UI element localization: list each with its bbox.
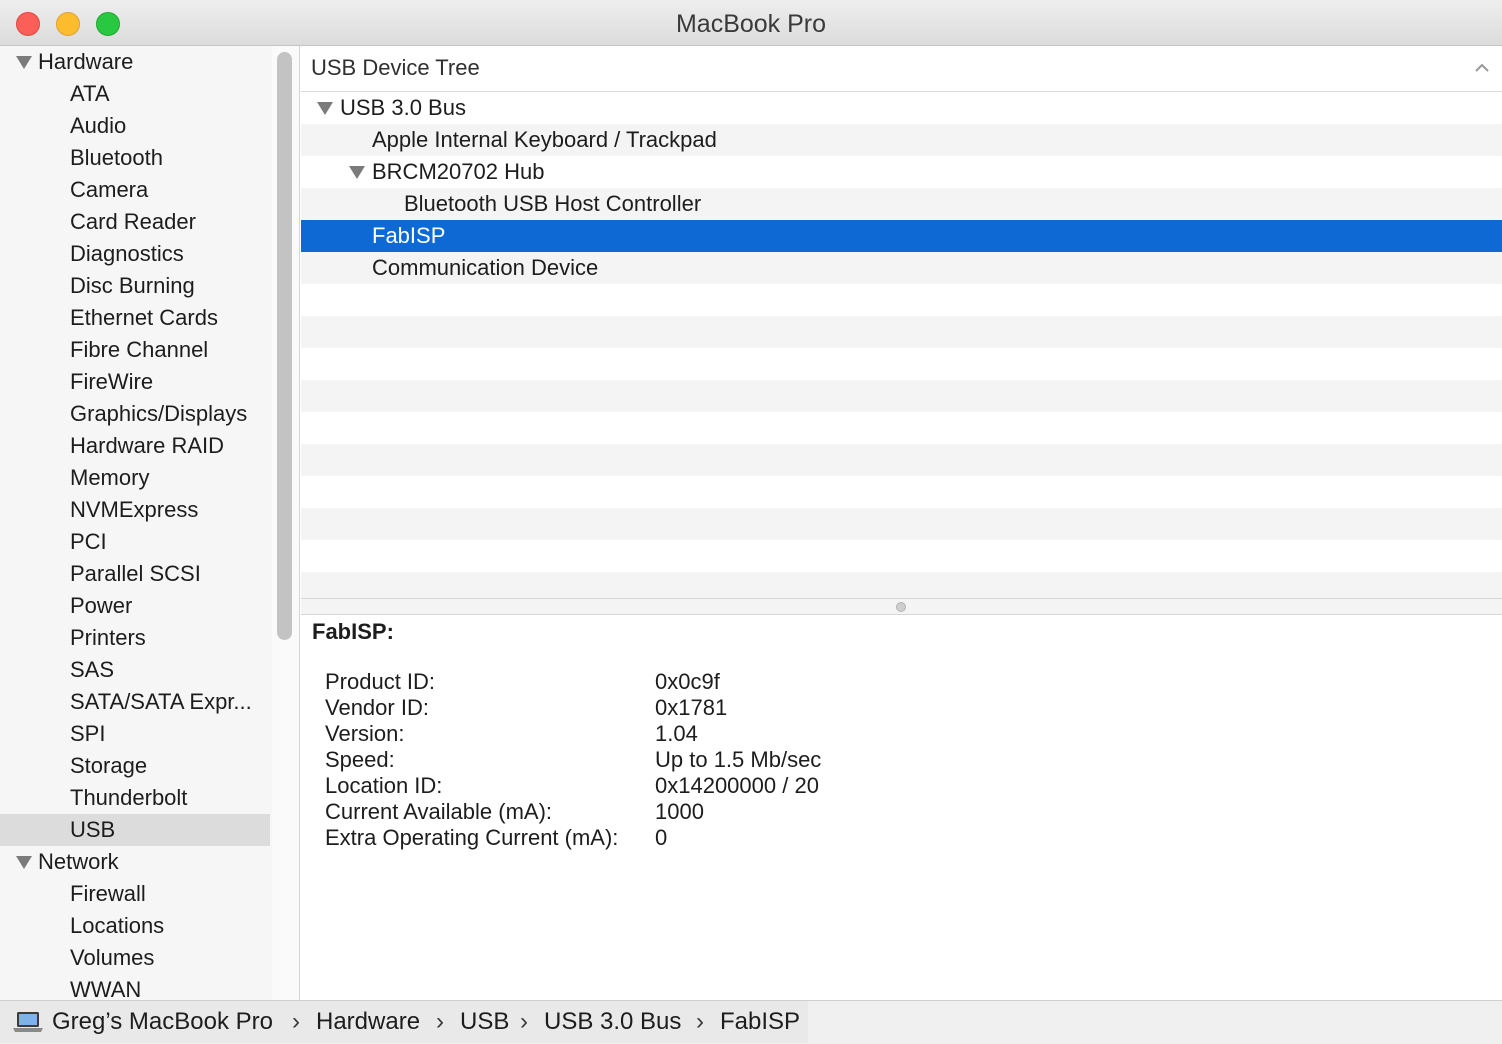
detail-key: Product ID: [325,669,436,694]
sidebar-item-graphics-displays[interactable]: Graphics/Displays [0,398,270,430]
sidebar-item-storage[interactable]: Storage [0,750,270,782]
tree-empty-row [301,508,1502,540]
sidebar-item-power[interactable]: Power [0,590,270,622]
detail-key: Extra Operating Current (mA): [325,825,619,850]
detail-value: 1000 [655,799,704,824]
sidebar-item-card-reader[interactable]: Card Reader [0,206,270,238]
sidebar-group-label: Network [38,849,119,874]
window-title: MacBook Pro [675,10,827,38]
path-separator-icon: › [520,1008,528,1035]
sidebar-item-ethernet-cards[interactable]: Ethernet Cards [0,302,270,334]
tree-row-label: USB 3.0 Bus [340,95,466,120]
sidebar-item-memory[interactable]: Memory [0,462,270,494]
disclosure-triangle-icon[interactable] [16,856,32,869]
tree-row-fabisp[interactable]: FabISP [301,220,1502,252]
tree-empty-row [301,540,1502,572]
sidebar-item-firewall[interactable]: Firewall [0,878,270,910]
tree-empty-row [301,412,1502,444]
sidebar-item-nvmexpress[interactable]: NVMExpress [0,494,270,526]
sidebar-item-wwan[interactable]: WWAN [0,974,270,1000]
sidebar-item-firewire[interactable]: FireWire [0,366,270,398]
split-view-divider[interactable] [301,598,1502,615]
tree-empty-row [301,380,1502,412]
path-crumb-hardware[interactable]: Hardware [316,1001,420,1043]
detail-key: Speed: [325,747,395,772]
sidebar-group-hardware[interactable]: Hardware [0,46,270,78]
tree-header-title: USB Device Tree [311,55,480,80]
sidebar-item-diagnostics[interactable]: Diagnostics [0,238,270,270]
disclosure-triangle-icon[interactable] [317,102,333,115]
path-crumb-usb[interactable]: USB [460,1001,509,1043]
tree-row-communication-device[interactable]: Communication Device [301,252,1502,284]
disclosure-triangle-icon[interactable] [349,166,365,179]
tree-empty-row [301,348,1502,380]
tree-row-label: Apple Internal Keyboard / Trackpad [372,127,717,152]
path-crumb-greg-s-macbook-pro[interactable]: Greg’s MacBook Pro [52,1001,273,1043]
detail-value: 0x0c9f [655,669,720,694]
tree-empty-row [301,444,1502,476]
chevron-up-icon[interactable] [1474,60,1490,76]
main-content: USB Device Tree USB 3.0 Bus Apple Interna… [301,46,1502,1000]
tree-row-usb-3-0-bus[interactable]: USB 3.0 Bus [301,92,1502,124]
sidebar-item-camera[interactable]: Camera [0,174,270,206]
path-bar: Greg’s MacBook Pro › Hardware › USB › USB 3.0 … [0,1000,1502,1044]
sidebar-group-label: Hardware [38,49,134,74]
tree-empty-row [301,284,1502,316]
system-information-window: MacBook Pro Hardware ATA Audio Bluetooth Cam… [0,0,1502,1044]
detail-value: 1.04 [655,721,698,746]
details-title: FabISP: [312,619,394,644]
sidebar-item-volumes[interactable]: Volumes [0,942,270,974]
sidebar: Hardware ATA Audio Bluetooth Camera Card Read… [0,46,300,1000]
tree-row-apple-internal-keyboard-trackpad[interactable]: Apple Internal Keyboard / Trackpad [301,124,1502,156]
detail-key: Location ID: [325,773,443,798]
sidebar-item-locations[interactable]: Locations [0,910,270,942]
detail-key: Version: [325,721,405,746]
detail-key: Vendor ID: [325,695,429,720]
detail-key: Current Available (mA): [325,799,553,824]
tree-row-label: BRCM20702 Hub [372,159,545,184]
sidebar-item-disc-burning[interactable]: Disc Burning [0,270,270,302]
tree-empty-row [301,476,1502,508]
path-crumb-fabisp[interactable]: FabISP [720,1001,800,1043]
detail-value: 0x14200000 / 20 [655,773,819,798]
tree-empty-row [301,316,1502,348]
tree-column-header[interactable]: USB Device Tree [301,46,1502,92]
path-crumb-usb-3-0-bus[interactable]: USB 3.0 Bus [544,1001,681,1043]
laptop-icon [13,1012,43,1032]
tree-row-label: FabISP [372,223,446,248]
sidebar-item-bluetooth[interactable]: Bluetooth [0,142,270,174]
sidebar-item-ata[interactable]: ATA [0,78,270,110]
sidebar-item-parallel-scsi[interactable]: Parallel SCSI [0,558,270,590]
disclosure-triangle-icon[interactable] [16,56,32,69]
sidebar-item-usb[interactable]: USB [0,814,270,846]
sidebar-scrollbar-thumb[interactable] [277,52,292,640]
sidebar-item-sata-sata-expr[interactable]: SATA/SATA Expr... [0,686,270,718]
usb-device-tree: USB 3.0 Bus Apple Internal Keyboard / Tra… [301,92,1502,598]
sidebar-item-hardware-raid[interactable]: Hardware RAID [0,430,270,462]
sidebar-item-pci[interactable]: PCI [0,526,270,558]
divider-handle-icon[interactable] [896,602,906,612]
title-bar[interactable]: MacBook Pro [0,0,1502,46]
sidebar-item-printers[interactable]: Printers [0,622,270,654]
sidebar-item-audio[interactable]: Audio [0,110,270,142]
tree-empty-row [301,572,1502,598]
path-separator-icon: › [696,1008,704,1035]
detail-value: 0x1781 [655,695,728,720]
sidebar-item-fibre-channel[interactable]: Fibre Channel [0,334,270,366]
sidebar-group-network[interactable]: Network [0,846,270,878]
details-pane: FabISP: Product ID: 0x0c9f Vendor ID: 0x178… [301,615,1502,1000]
sidebar-item-thunderbolt[interactable]: Thunderbolt [0,782,270,814]
path-bar-content: Greg’s MacBook Pro › Hardware › USB › USB 3.0 … [0,1001,808,1043]
tree-row-brcm20702-hub[interactable]: BRCM20702 Hub [301,156,1502,188]
path-separator-icon: › [292,1008,300,1035]
detail-value: Up to 1.5 Mb/sec [655,747,822,772]
sidebar-item-sas[interactable]: SAS [0,654,270,686]
tree-row-label: Communication Device [372,255,599,280]
tree-row-bluetooth-usb-host-controller[interactable]: Bluetooth USB Host Controller [301,188,1502,220]
sidebar-item-spi[interactable]: SPI [0,718,270,750]
tree-row-label: Bluetooth USB Host Controller [404,191,702,216]
path-separator-icon: › [436,1008,444,1035]
detail-value: 0 [655,825,668,850]
